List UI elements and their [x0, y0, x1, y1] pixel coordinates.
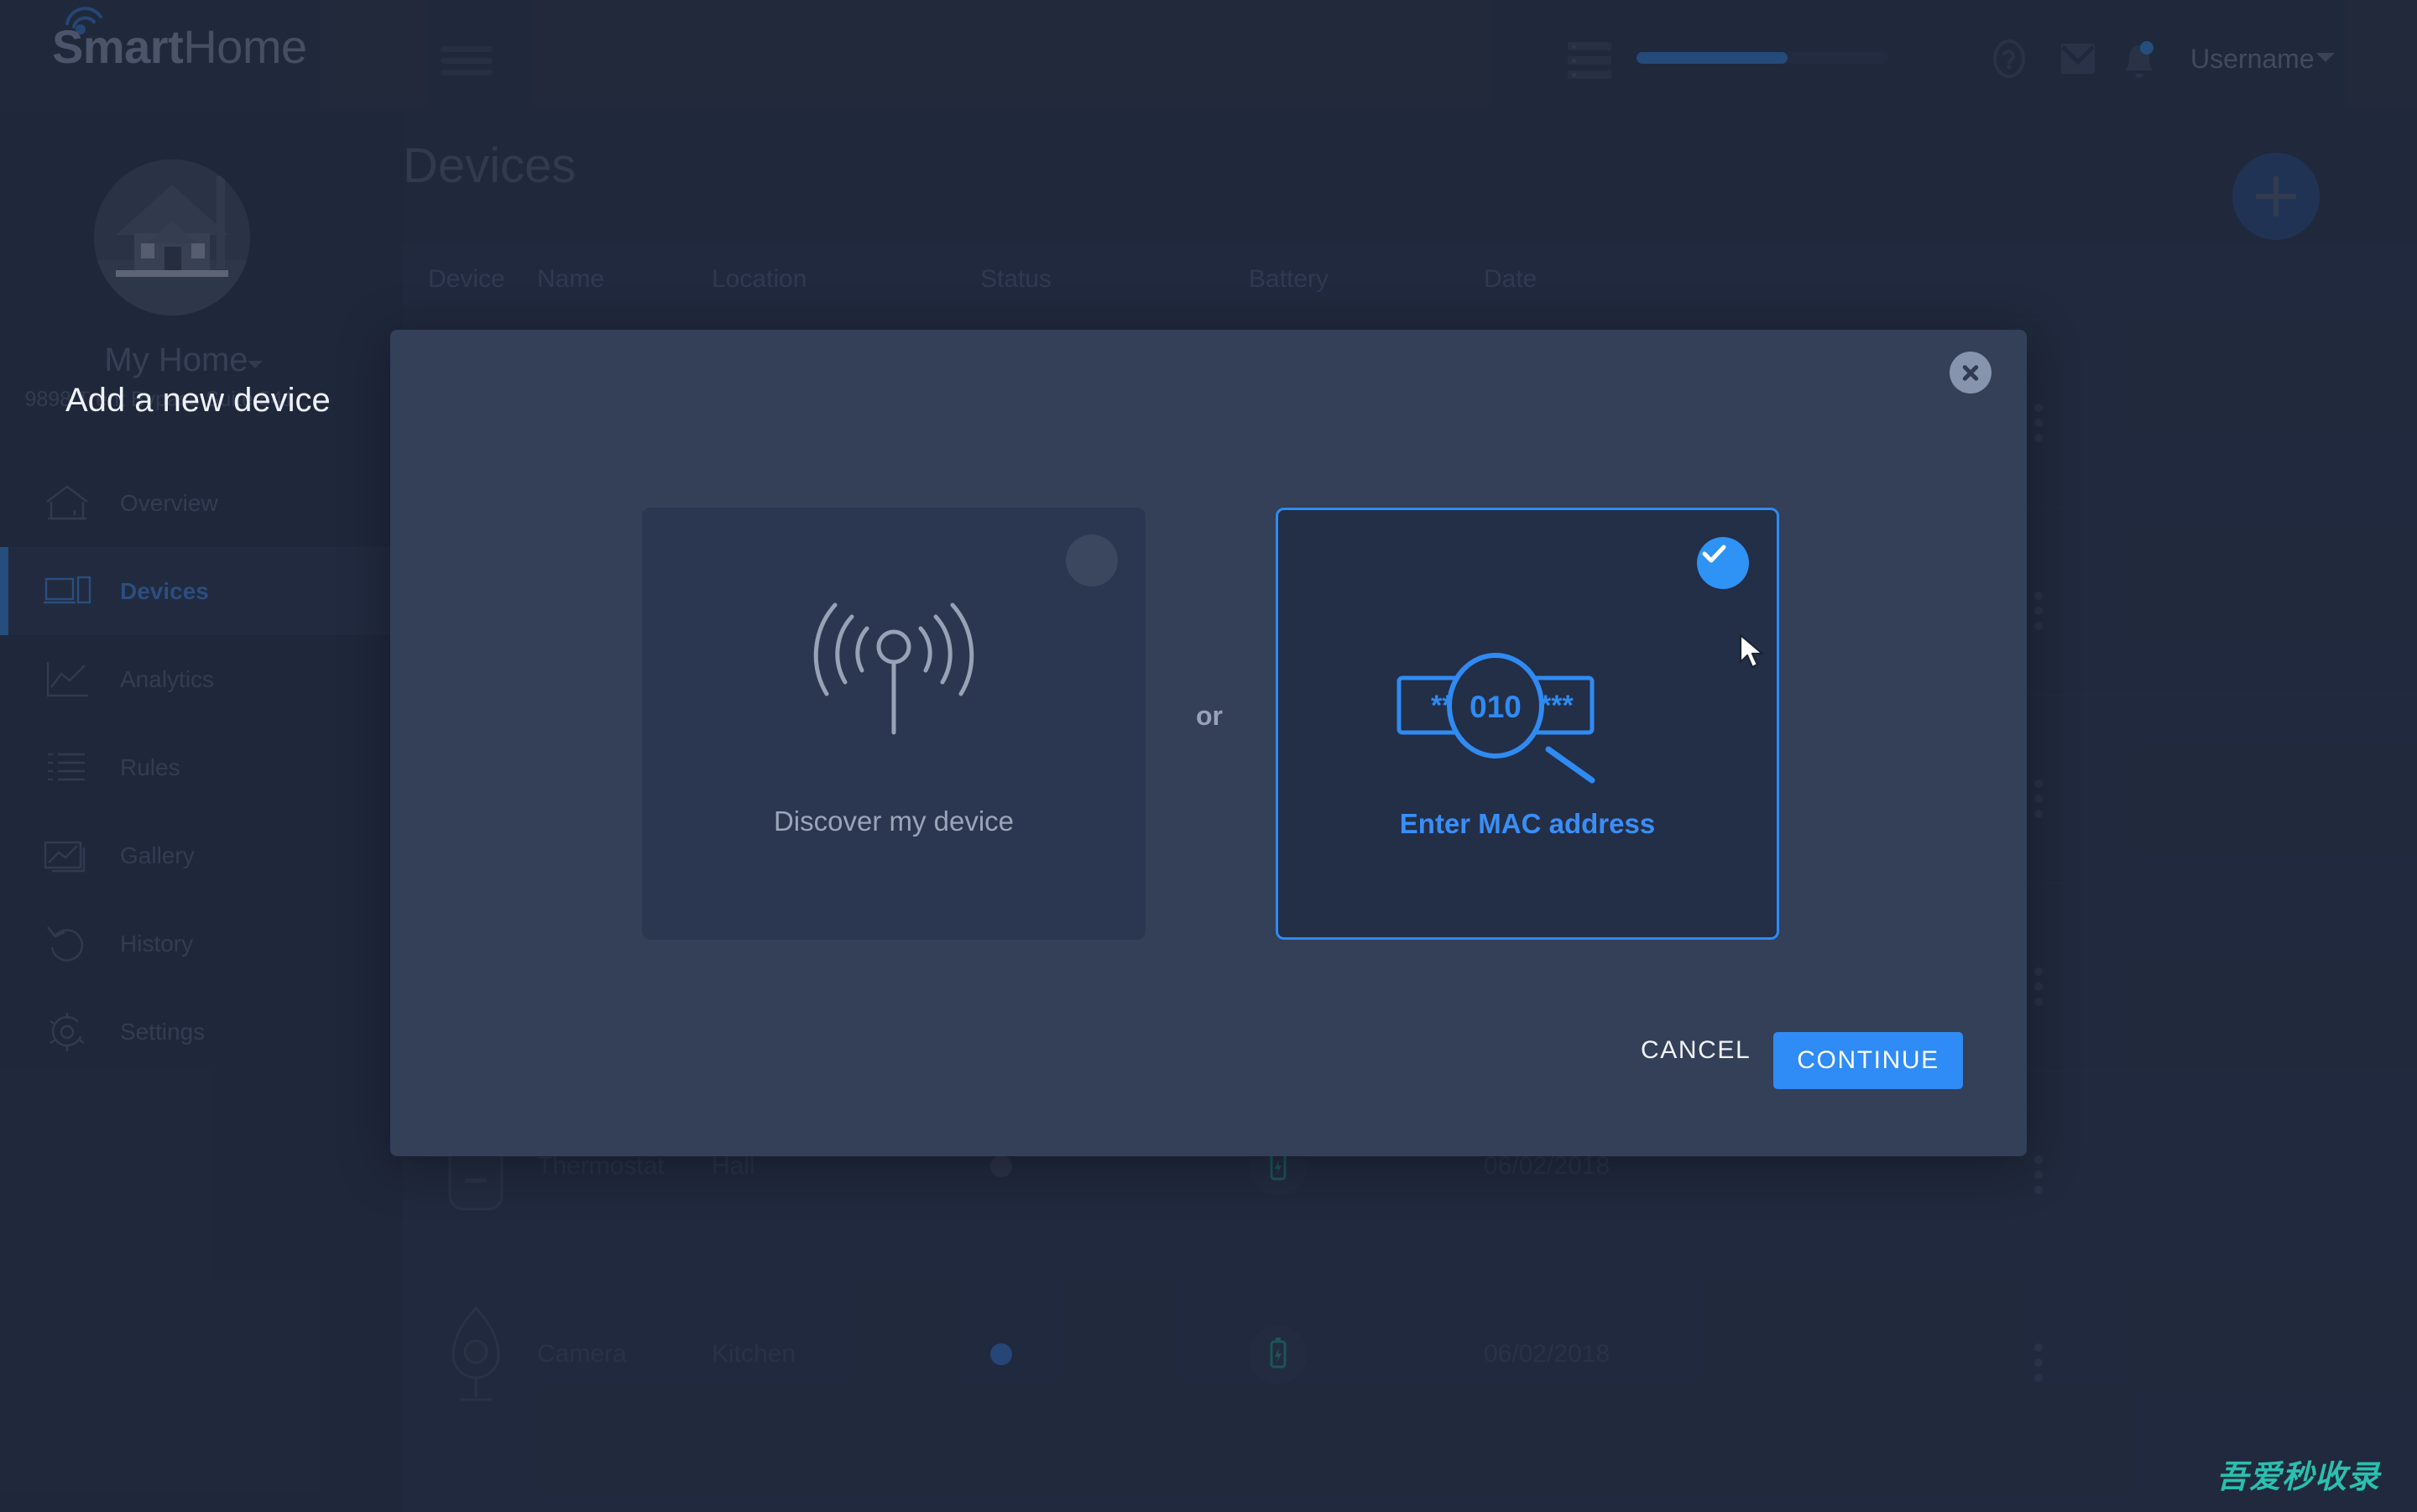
radio-unchecked-icon[interactable] — [1066, 534, 1118, 587]
close-icon[interactable] — [1950, 352, 1992, 394]
mouse-cursor — [1739, 633, 1764, 669]
option-separator: or — [1196, 701, 1223, 731]
option-label-discover: Discover my device — [773, 806, 1015, 837]
option-card-discover[interactable]: Discover my device — [642, 508, 1146, 940]
continue-button[interactable]: CONTINUE — [1773, 1032, 1963, 1089]
mac-right-mask: *** — [1540, 690, 1574, 722]
modal-title: Add a new device — [65, 382, 331, 419]
option-card-mac[interactable]: *** *** 010 Enter MAC address — [1276, 508, 1779, 940]
option-label-mac: Enter MAC address — [1399, 808, 1656, 839]
app-root: My Home 9898 Trent Bypass Suite 541 Over… — [0, 0, 2417, 1512]
cancel-button[interactable]: CANCEL — [1641, 1036, 1751, 1065]
magnifier-mac-icon: *** *** 010 — [1365, 636, 1701, 795]
check-icon[interactable] — [1697, 537, 1749, 589]
mac-center-value: 010 — [1470, 690, 1522, 724]
watermark: 吾爱秒收录 — [2216, 1460, 2380, 1495]
broadcast-signal-icon — [813, 602, 974, 735]
